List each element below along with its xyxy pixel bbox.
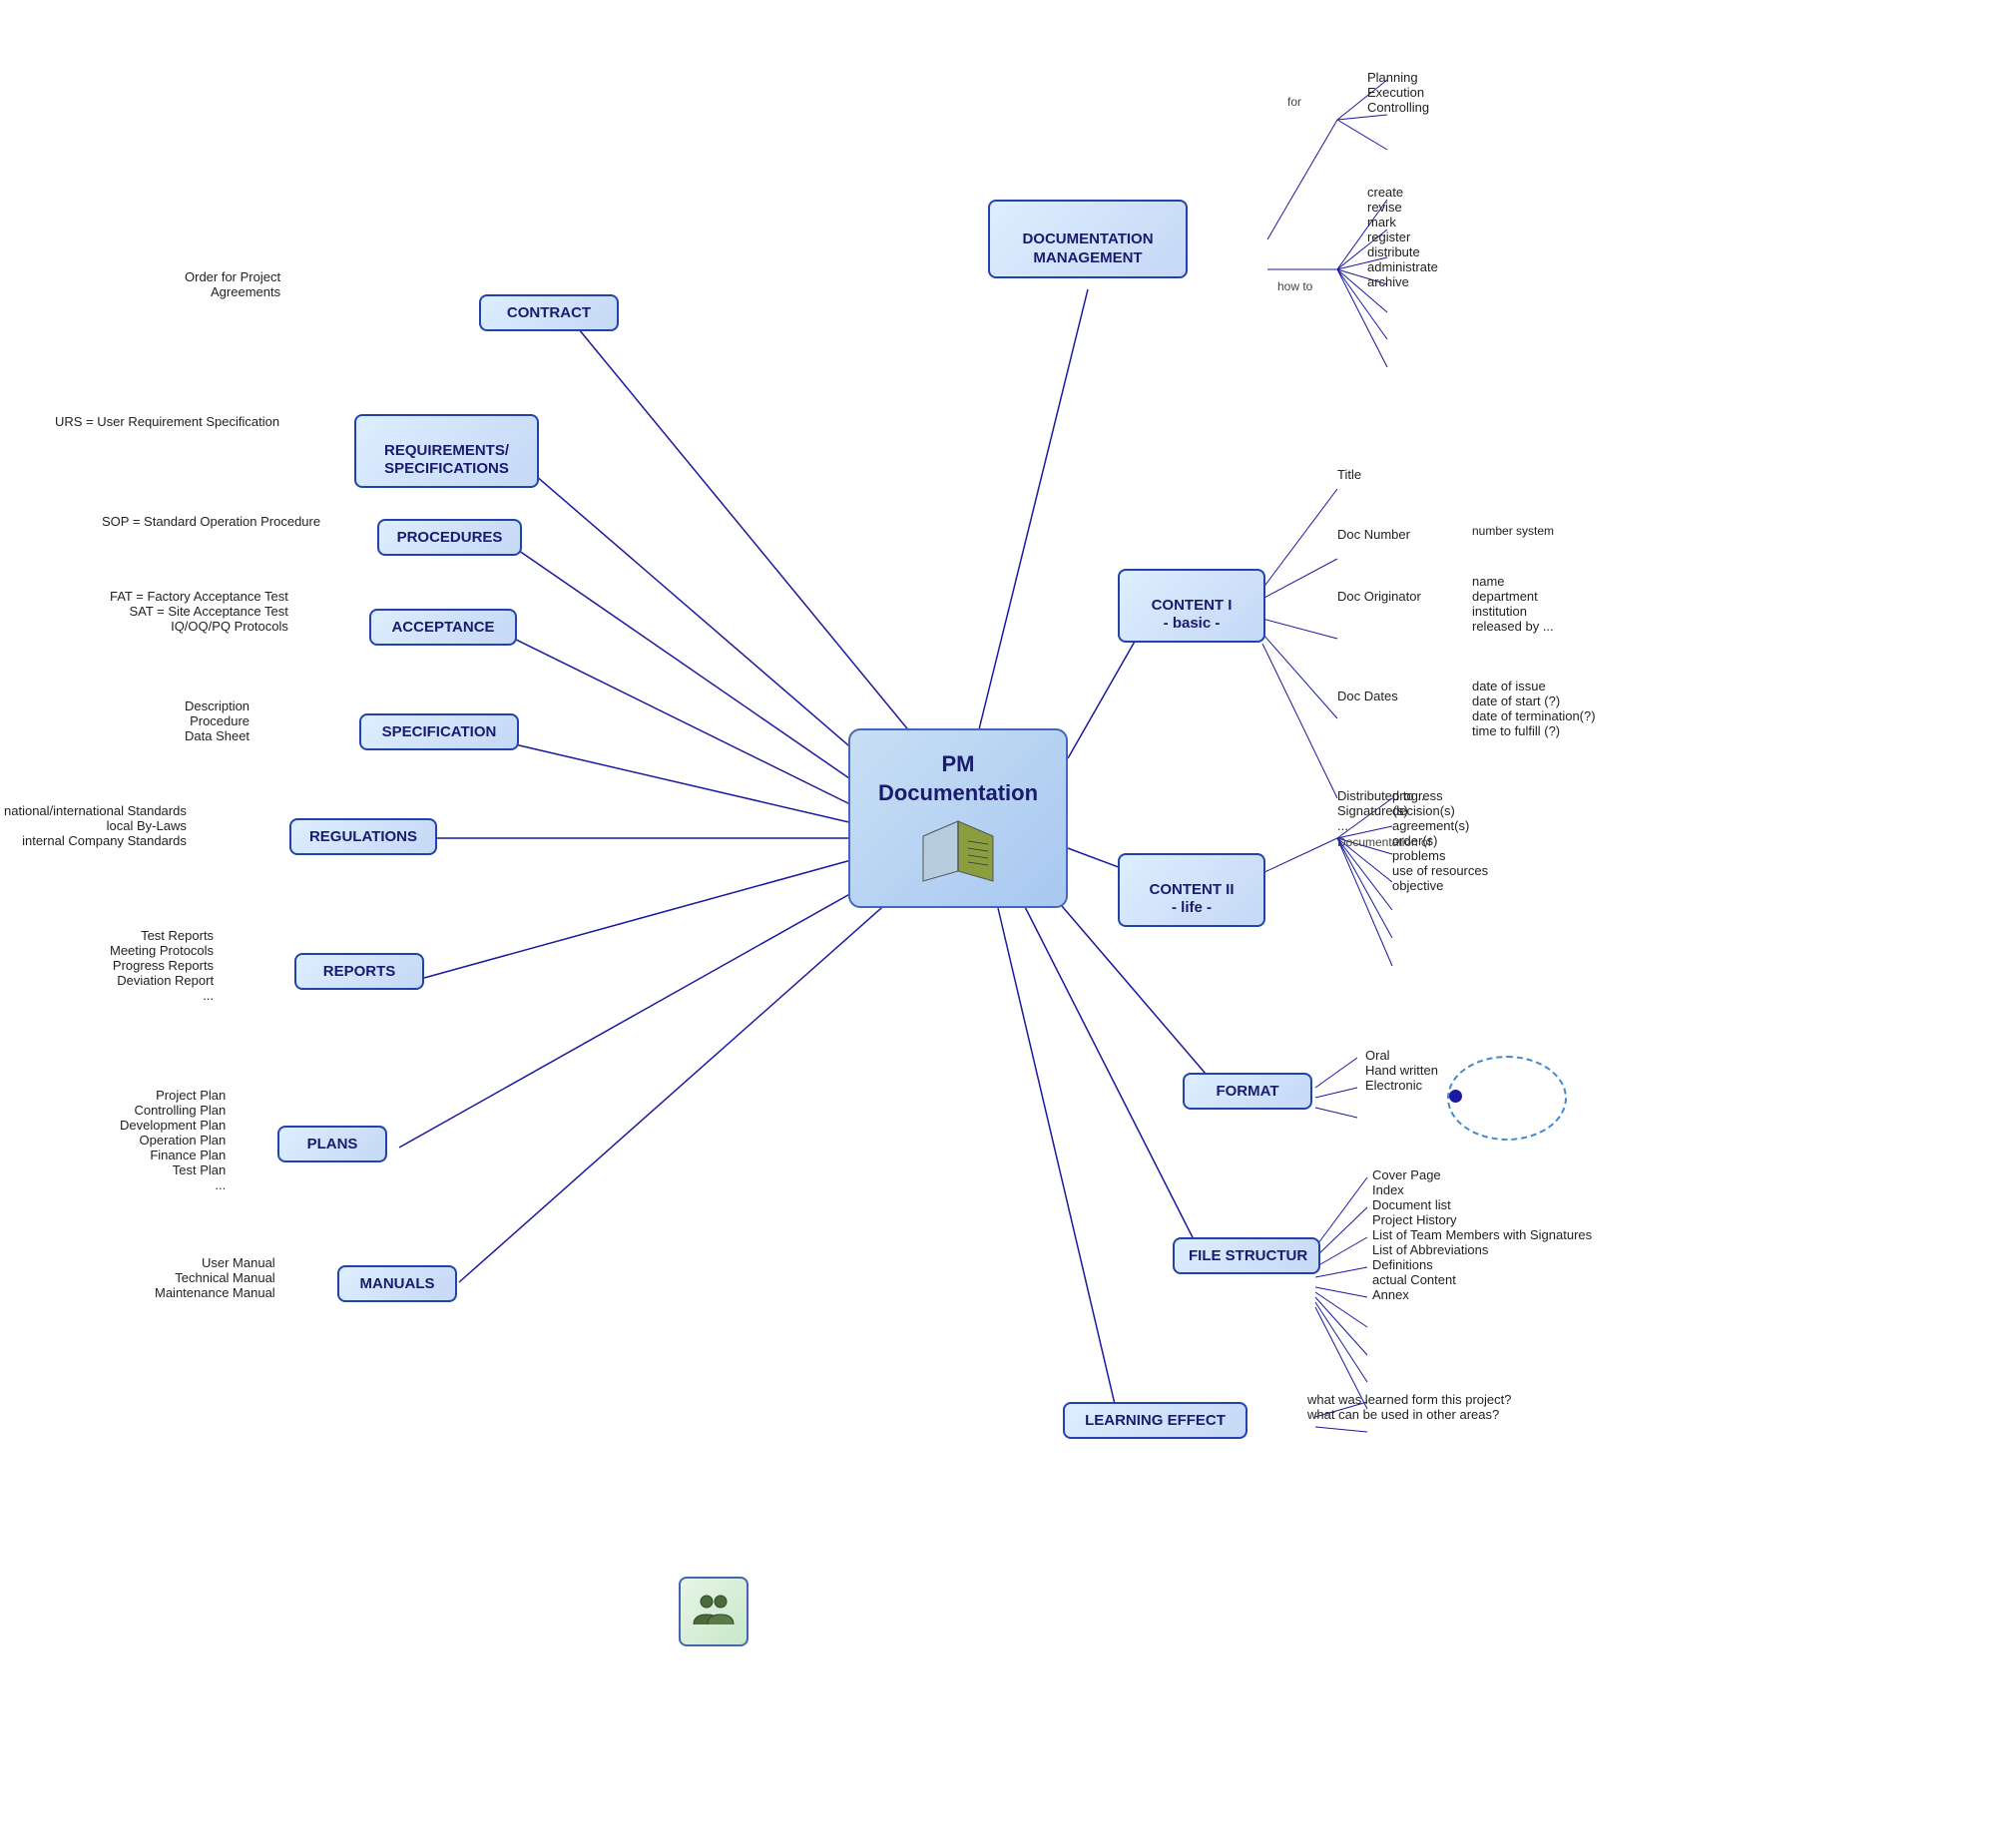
requirements-label-1: URS = User Requirement Specification bbox=[55, 414, 279, 429]
content2-items: progress decision(s) agreement(s) order(… bbox=[1392, 788, 1488, 893]
center-line2: Documentation bbox=[878, 780, 1038, 805]
learning-effect-node[interactable]: LEARNING EFFECT bbox=[1063, 1402, 1248, 1439]
format-dot bbox=[1449, 1090, 1462, 1103]
requirements-node[interactable]: REQUIREMENTS/ SPECIFICATIONS bbox=[354, 414, 539, 488]
doc-howto-items: create revise mark register distribute a… bbox=[1367, 185, 1438, 289]
plans-node[interactable]: PLANS bbox=[277, 1126, 387, 1162]
content1-dates-items: date of issue date of start (?) date of … bbox=[1472, 679, 1596, 738]
doc-management-node[interactable]: DOCUMENTATION MANAGEMENT bbox=[988, 200, 1188, 278]
center-title: PM Documentation bbox=[878, 750, 1038, 807]
content1-title-label: Title bbox=[1337, 467, 1361, 482]
content1-docnumber-label: Doc Number bbox=[1337, 527, 1410, 542]
file-items: Cover Page Index Document list Project H… bbox=[1372, 1167, 1592, 1302]
reports-node[interactable]: REPORTS bbox=[294, 953, 424, 990]
manuals-node[interactable]: MANUALS bbox=[337, 1265, 457, 1302]
doc-howto-label: how to bbox=[1277, 279, 1312, 293]
specification-labels: Description Procedure Data Sheet bbox=[185, 698, 250, 743]
plans-labels: Project Plan Controlling Plan Developmen… bbox=[120, 1088, 226, 1192]
procedures-node[interactable]: PROCEDURES bbox=[377, 519, 522, 556]
content2-node[interactable]: CONTENT II - life - bbox=[1118, 853, 1265, 927]
file-structure-node[interactable]: FILE STRUCTUR bbox=[1173, 1237, 1320, 1274]
doc-for-items: Planning Execution Controlling bbox=[1367, 70, 1429, 115]
manuals-labels: User Manual Technical Manual Maintenance… bbox=[155, 1255, 275, 1300]
contract-label-1: Order for Project Agreements bbox=[185, 269, 280, 299]
content1-node[interactable]: CONTENT I - basic - bbox=[1118, 569, 1265, 643]
format-decoration bbox=[1447, 1056, 1567, 1141]
doc-for-label: for bbox=[1287, 95, 1301, 109]
specification-node[interactable]: SPECIFICATION bbox=[359, 713, 519, 750]
contract-node[interactable]: CONTRACT bbox=[479, 294, 619, 331]
content1-numbersystem-label: number system bbox=[1472, 524, 1554, 538]
content1-originator-label: Doc Originator bbox=[1337, 589, 1421, 604]
format-node[interactable]: FORMAT bbox=[1183, 1073, 1312, 1110]
regulations-labels: national/international Standards local B… bbox=[4, 803, 187, 848]
content1-dates-label: Doc Dates bbox=[1337, 689, 1398, 703]
learning-items: what was learned form this project? what… bbox=[1307, 1392, 1511, 1422]
reports-labels: Test Reports Meeting Protocols Progress … bbox=[110, 928, 214, 1003]
regulations-node[interactable]: REGULATIONS bbox=[289, 818, 437, 855]
small-icon-node bbox=[679, 1577, 748, 1646]
book-icon bbox=[918, 816, 998, 886]
center-node: PM Documentation bbox=[848, 728, 1068, 908]
small-icon bbox=[689, 1587, 739, 1636]
format-items: Oral Hand written Electronic bbox=[1365, 1048, 1438, 1093]
center-line1: PM bbox=[942, 751, 975, 776]
content1-originator-items: name department institution released by … bbox=[1472, 574, 1554, 634]
acceptance-node[interactable]: ACCEPTANCE bbox=[369, 609, 517, 646]
procedures-label-1: SOP = Standard Operation Procedure bbox=[102, 514, 320, 529]
acceptance-labels: FAT = Factory Acceptance Test SAT = Site… bbox=[110, 589, 288, 634]
